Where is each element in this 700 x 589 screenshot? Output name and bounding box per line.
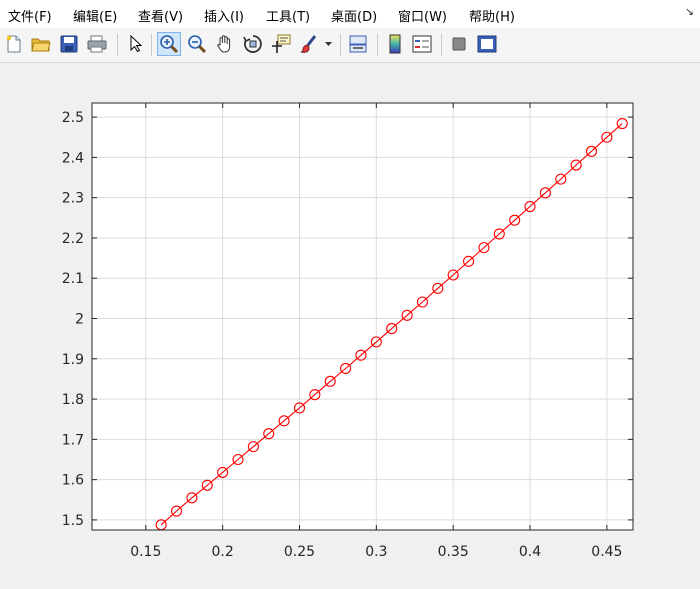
rotate-3d-icon bbox=[243, 35, 262, 53]
y-tick-label: 1.6 bbox=[62, 473, 84, 489]
y-tick-label: 2.5 bbox=[62, 110, 84, 126]
colorbar-button[interactable] bbox=[383, 32, 407, 56]
legend-button[interactable] bbox=[410, 32, 434, 56]
open-file-icon bbox=[31, 38, 51, 52]
plot-area bbox=[92, 103, 633, 530]
y-tick-label: 2.4 bbox=[62, 150, 84, 166]
line-chart[interactable]: 0.15 0.2 0.25 0.3 0.35 0.4 0.45 1.5 1.6 1.7 1.8 1.9… bbox=[0, 63, 700, 589]
brush-icon bbox=[300, 35, 317, 53]
edit-plot-arrow-icon bbox=[130, 35, 143, 53]
x-tick-label: 0.3 bbox=[365, 544, 387, 560]
show-plot-tools-button[interactable] bbox=[475, 32, 499, 56]
new-figure-button[interactable] bbox=[2, 32, 26, 56]
new-figure-icon bbox=[6, 35, 21, 53]
y-tick-label: 2 bbox=[75, 312, 84, 328]
link-plot-icon bbox=[349, 35, 367, 53]
y-tick-label: 2.2 bbox=[62, 231, 84, 247]
toolbar-separator bbox=[441, 34, 442, 56]
show-plot-tools-icon bbox=[477, 35, 497, 53]
x-tick-label: 0.25 bbox=[284, 544, 315, 560]
link-plot-button[interactable] bbox=[346, 32, 370, 56]
print-button[interactable] bbox=[85, 32, 109, 56]
x-tick-label: 0.35 bbox=[438, 544, 469, 560]
y-tick-label: 1.5 bbox=[62, 513, 84, 529]
y-tick-label: 1.7 bbox=[62, 432, 84, 448]
save-icon bbox=[60, 35, 78, 53]
undock-arrow-icon[interactable]: ↘ bbox=[685, 5, 694, 18]
zoom-out-button[interactable] bbox=[185, 32, 209, 56]
menu-view[interactable]: 查看(V) bbox=[138, 6, 183, 25]
menu-help[interactable]: 帮助(H) bbox=[469, 6, 515, 25]
hide-plot-tools-icon bbox=[452, 37, 466, 51]
open-file-button[interactable] bbox=[29, 32, 53, 56]
edit-plot-button[interactable] bbox=[124, 32, 148, 56]
y-tick-label: 2.1 bbox=[62, 271, 84, 287]
rotate-3d-button[interactable] bbox=[241, 32, 265, 56]
figure-canvas: 0.15 0.2 0.25 0.3 0.35 0.4 0.45 1.5 1.6 1.7 1.8 1.9… bbox=[0, 63, 700, 589]
menu-edit[interactable]: 编辑(E) bbox=[73, 6, 117, 25]
menu-window[interactable]: 窗口(W) bbox=[398, 6, 447, 25]
toolbar-separator bbox=[151, 34, 152, 56]
toolbar-separator bbox=[117, 34, 118, 56]
menu-file[interactable]: 文件(F) bbox=[8, 6, 52, 25]
legend-icon bbox=[412, 35, 432, 53]
data-cursor-button[interactable] bbox=[269, 32, 293, 56]
x-tick-label: 0.4 bbox=[519, 544, 541, 560]
x-tick-label: 0.45 bbox=[591, 544, 622, 560]
zoom-in-button[interactable] bbox=[157, 32, 181, 56]
brush-dropdown-button[interactable] bbox=[322, 32, 336, 56]
menu-tools[interactable]: 工具(T) bbox=[266, 6, 310, 25]
data-cursor-icon bbox=[272, 34, 291, 53]
y-tick-label: 1.8 bbox=[62, 392, 84, 408]
x-tick-label: 0.2 bbox=[212, 544, 234, 560]
y-tick-label: 2.3 bbox=[62, 191, 84, 207]
colorbar-icon bbox=[389, 34, 401, 54]
x-tick-label: 0.15 bbox=[130, 544, 161, 560]
menu-bar: 文件(F) 编辑(E) 查看(V) 插入(I) 工具(T) 桌面(D) 窗口(W… bbox=[0, 0, 700, 28]
brush-button[interactable] bbox=[297, 32, 321, 56]
toolbar-separator bbox=[340, 34, 341, 56]
save-button[interactable] bbox=[57, 32, 81, 56]
toolbar-separator bbox=[377, 34, 378, 56]
zoom-out-icon bbox=[188, 35, 207, 54]
print-icon bbox=[87, 35, 107, 53]
menu-insert[interactable]: 插入(I) bbox=[204, 6, 244, 25]
zoom-in-icon bbox=[160, 35, 179, 54]
brush-dropdown-icon bbox=[325, 42, 332, 46]
hide-plot-tools-button[interactable] bbox=[447, 32, 471, 56]
menu-desktop[interactable]: 桌面(D) bbox=[331, 6, 377, 25]
pan-button[interactable] bbox=[213, 32, 237, 56]
pan-hand-icon bbox=[217, 35, 231, 53]
figure-toolbar bbox=[0, 28, 700, 63]
y-tick-label: 1.9 bbox=[62, 352, 84, 368]
